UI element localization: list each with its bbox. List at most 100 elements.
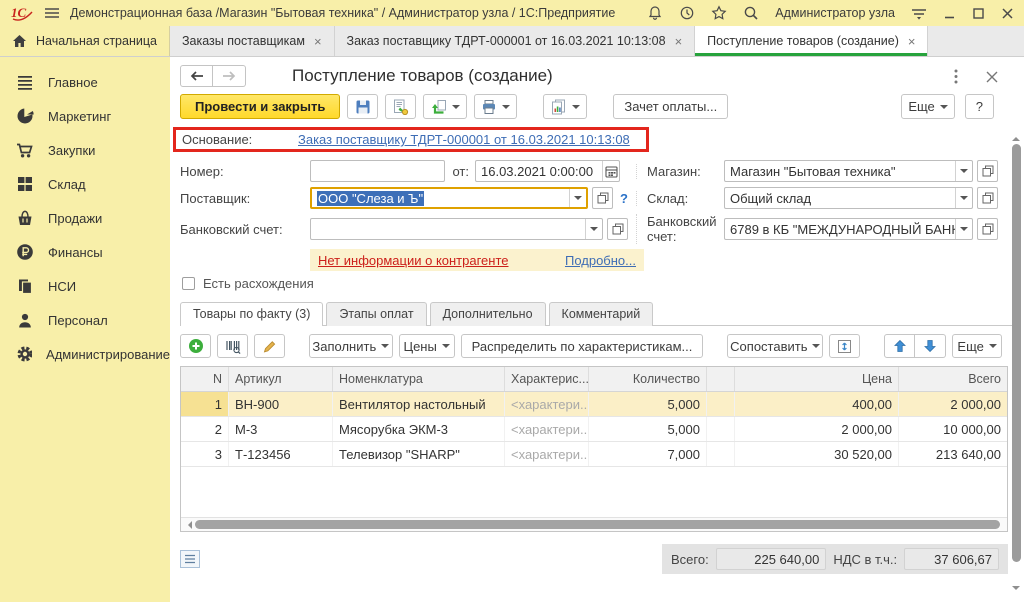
supplier-select[interactable]: ООО "Слеза и Ъ" xyxy=(310,187,588,209)
edit-row-button[interactable] xyxy=(254,334,285,358)
reports-button[interactable] xyxy=(543,94,587,119)
service-menu-icon[interactable] xyxy=(911,7,927,20)
org-bank-account-select[interactable]: 6789 в КБ "МЕЖДУНАРОДНЫЙ БАНК РАЗ xyxy=(724,218,973,240)
open-warehouse-button[interactable] xyxy=(977,187,998,209)
details-link[interactable]: Подробно... xyxy=(565,253,636,268)
hamburger-menu-icon[interactable] xyxy=(44,7,60,19)
warehouse-select[interactable]: Общий склад xyxy=(724,187,973,209)
close-window-icon[interactable] xyxy=(1001,7,1014,20)
dropdown-caret-icon[interactable] xyxy=(569,189,586,207)
move-row-down-button[interactable] xyxy=(915,334,946,358)
sidebar-item-master-data[interactable]: НСИ xyxy=(0,269,170,303)
table-row[interactable]: 1 ВН-900 Вентилятор настольный <характер… xyxy=(181,392,1007,417)
forward-button[interactable] xyxy=(213,65,246,87)
sections-sidebar: Главное Маркетинг Закупки Склад Продажи … xyxy=(0,57,170,602)
field-help-icon[interactable]: ? xyxy=(620,191,628,206)
close-form-icon[interactable] xyxy=(986,71,998,83)
tab-payment-stages[interactable]: Этапы оплат xyxy=(326,302,426,326)
post-and-close-button[interactable]: Провести и закрыть xyxy=(180,94,340,119)
favorites-star-icon[interactable] xyxy=(711,5,727,21)
payment-offset-button[interactable]: Зачет оплаты... xyxy=(613,94,728,119)
discrepancy-checkbox[interactable] xyxy=(182,277,195,290)
tab-goods-by-fact[interactable]: Товары по факту (3) xyxy=(180,302,323,326)
sidebar-item-finance[interactable]: Финансы xyxy=(0,235,170,269)
sidebar-item-warehouse[interactable]: Склад xyxy=(0,167,170,201)
titlebar-controls: Администратор узла xyxy=(647,5,1014,21)
sidebar-item-sales[interactable]: Продажи xyxy=(0,201,170,235)
basis-document-link[interactable]: Заказ поставщику ТДРТ-000001 от 16.03.20… xyxy=(298,132,630,147)
sidebar-item-personnel[interactable]: Персонал xyxy=(0,303,170,337)
dropdown-caret-icon[interactable] xyxy=(585,219,602,239)
minimize-icon[interactable] xyxy=(943,7,956,20)
expand-rows-button[interactable] xyxy=(829,334,860,358)
horizontal-scrollbar[interactable] xyxy=(181,517,1007,531)
dropdown-caret-icon[interactable] xyxy=(955,161,972,181)
horizontal-scrollbar-thumb[interactable] xyxy=(195,520,1000,529)
scroll-up-arrow-icon[interactable] xyxy=(1012,133,1020,141)
scroll-down-arrow-icon[interactable] xyxy=(1012,586,1020,594)
status-list-icon[interactable] xyxy=(180,550,200,568)
sidebar-item-main[interactable]: Главное xyxy=(0,65,170,99)
tab-supplier-orders[interactable]: Заказы поставщикам × xyxy=(170,26,335,56)
print-button[interactable] xyxy=(474,94,517,119)
dropdown-caret-icon[interactable] xyxy=(955,219,972,239)
open-org-bank-account-button[interactable] xyxy=(977,218,998,240)
more-button[interactable]: Еще xyxy=(901,94,954,119)
scroll-left-arrow-icon[interactable] xyxy=(184,521,192,529)
number-input[interactable] xyxy=(310,160,445,182)
date-input[interactable]: 16.03.2021 0:00:00 xyxy=(475,160,620,182)
tab-close-icon[interactable]: × xyxy=(908,35,916,48)
open-bank-account-button[interactable] xyxy=(607,218,628,240)
sidebar-item-marketing[interactable]: Маркетинг xyxy=(0,99,170,133)
help-button[interactable]: ? xyxy=(965,94,994,119)
sidebar-item-administration[interactable]: Администрирование xyxy=(0,337,170,371)
tab-home[interactable]: Начальная страница xyxy=(0,26,170,56)
no-counterparty-info-link[interactable]: Нет информации о контрагенте xyxy=(318,253,509,268)
distribute-by-characteristics-button[interactable]: Распределить по характеристикам... xyxy=(461,334,704,358)
column-header-quantity[interactable]: Количество xyxy=(589,367,707,391)
save-button[interactable] xyxy=(347,94,378,119)
table-row[interactable]: 2 М-3 Мясорубка ЭКМ-3 <характери... 5,00… xyxy=(181,417,1007,442)
tab-goods-receipt[interactable]: Поступление товаров (создание) × xyxy=(695,26,928,56)
current-user[interactable]: Администратор узла xyxy=(775,6,895,20)
open-store-button[interactable] xyxy=(977,160,998,182)
barcode-scan-button[interactable] xyxy=(217,334,248,358)
tab-comment[interactable]: Комментарий xyxy=(549,302,654,326)
dropdown-caret-icon[interactable] xyxy=(955,188,972,208)
calendar-icon[interactable] xyxy=(602,161,619,181)
vertical-scrollbar[interactable] xyxy=(1010,133,1022,594)
table-more-button[interactable]: Еще xyxy=(952,334,1002,358)
tab-close-icon[interactable]: × xyxy=(314,35,322,48)
move-row-up-button[interactable] xyxy=(884,334,915,358)
post-document-button[interactable] xyxy=(385,94,416,119)
maximize-icon[interactable] xyxy=(972,7,985,20)
column-header-total[interactable]: Всего xyxy=(899,367,1007,391)
column-header-characteristic[interactable]: Характерис... xyxy=(505,367,589,391)
match-button[interactable]: Сопоставить xyxy=(727,334,823,358)
notifications-bell-icon[interactable] xyxy=(647,5,663,21)
column-header-unit[interactable] xyxy=(707,367,735,391)
create-based-on-button[interactable] xyxy=(423,94,467,119)
tab-additional[interactable]: Дополнительно xyxy=(430,302,546,326)
open-supplier-button[interactable] xyxy=(592,187,613,209)
kebab-menu-icon[interactable] xyxy=(954,69,958,84)
sidebar-item-purchases[interactable]: Закупки xyxy=(0,133,170,167)
table-row[interactable]: 3 Т-123456 Телевизор "SHARP" <характери.… xyxy=(181,442,1007,467)
store-select[interactable]: Магазин "Бытовая техника" xyxy=(724,160,973,182)
fill-button[interactable]: Заполнить xyxy=(309,334,393,358)
history-icon[interactable] xyxy=(679,5,695,21)
sidebar-item-label: Закупки xyxy=(48,143,95,158)
column-header-n[interactable]: N xyxy=(181,367,229,391)
bank-account-select[interactable] xyxy=(310,218,603,240)
tab-close-icon[interactable]: × xyxy=(675,35,683,48)
vertical-scrollbar-thumb[interactable] xyxy=(1012,144,1021,562)
back-button[interactable] xyxy=(180,65,213,87)
prices-button[interactable]: Цены xyxy=(399,334,455,358)
column-header-article[interactable]: Артикул xyxy=(229,367,333,391)
tab-supplier-order-document[interactable]: Заказ поставщику ТДРТ-000001 от 16.03.20… xyxy=(335,26,696,56)
column-header-nomenclature[interactable]: Номенклатура xyxy=(333,367,505,391)
cell-total: 10 000,00 xyxy=(899,417,1007,441)
column-header-price[interactable]: Цена xyxy=(735,367,899,391)
search-icon[interactable] xyxy=(743,5,759,21)
add-row-button[interactable] xyxy=(180,334,211,358)
